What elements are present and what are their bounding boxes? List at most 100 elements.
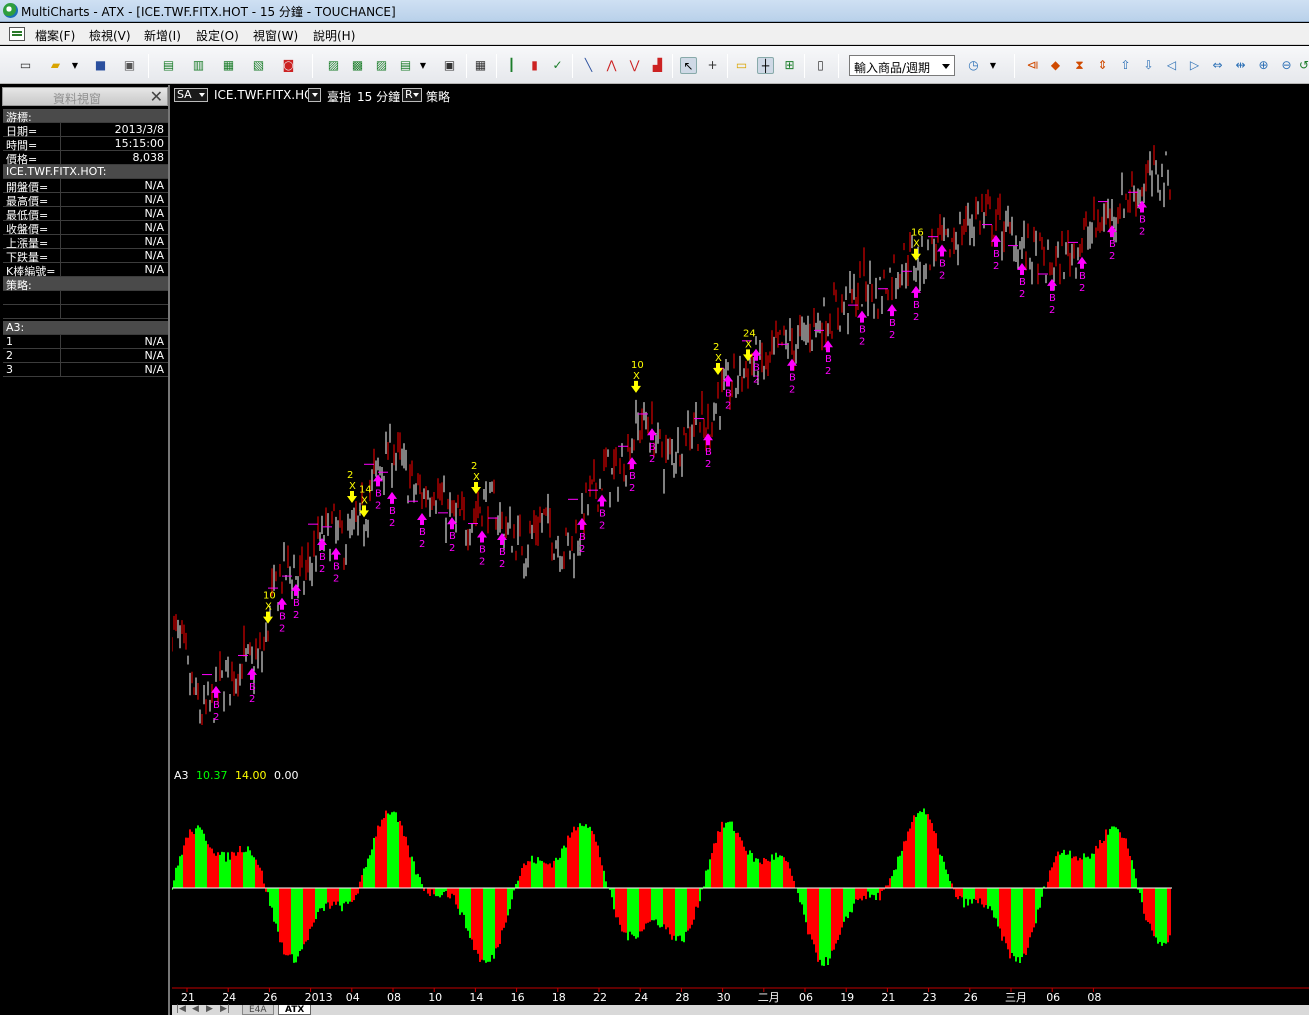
insert-dropdown-icon[interactable]: ▼ <box>418 57 428 74</box>
line-on-close-icon[interactable]: ✓ <box>549 57 566 74</box>
buy-arrow-icon <box>887 304 897 317</box>
buy-signal-qty: 2 <box>1139 226 1145 237</box>
pattern-icon[interactable]: ⋁ <box>626 57 643 74</box>
symbol-row-value: N/A <box>144 249 164 262</box>
close-icon[interactable]: ✕ <box>150 89 163 105</box>
buy-signal-label: B <box>825 354 832 365</box>
horizontal-line-icon[interactable]: ┼ <box>757 57 774 74</box>
alert-window-icon[interactable]: ◙ <box>280 57 297 74</box>
scroll-right-icon[interactable]: ▷ <box>1186 57 1203 74</box>
zoom-window-icon[interactable]: ⊞ <box>781 57 798 74</box>
chart-strategy-label: 策略 <box>426 90 451 104</box>
tab-next-icon[interactable]: ▶ <box>206 1004 213 1014</box>
expand-horizontal-icon[interactable]: ⇔ <box>1209 57 1226 74</box>
insert-indicator-icon[interactable]: ▩ <box>349 57 366 74</box>
symbol-dropdown[interactable] <box>308 88 321 102</box>
exit-signal-qty: 2 <box>347 470 353 481</box>
x-axis-tick-label: 21 <box>881 991 895 1004</box>
exit-signal-x: X <box>715 353 722 364</box>
chart-window-icon[interactable]: ▤ <box>160 57 177 74</box>
indicator-row-label: 1 <box>6 335 13 348</box>
x-axis-tick-label: 21 <box>181 991 195 1004</box>
indicator-value-3: 0.00 <box>274 769 299 782</box>
document-icon[interactable] <box>9 27 25 41</box>
buy-signal-qty: 2 <box>389 518 395 529</box>
scanner-window-icon[interactable]: ▥ <box>190 57 207 74</box>
buy-signal-label: B <box>789 373 796 384</box>
tab-e4a[interactable]: E4A <box>242 1005 274 1015</box>
sa-dropdown[interactable]: SA <box>174 88 208 102</box>
comment-icon[interactable]: ▭ <box>733 57 750 74</box>
menu-settings[interactable]: 設定(O) <box>196 27 239 44</box>
clock-icon[interactable]: ◷ <box>965 57 982 74</box>
clock-dropdown-icon[interactable]: ▼ <box>988 57 998 74</box>
buy-signal-qty: 2 <box>333 574 339 585</box>
workspace-icon[interactable]: ▣ <box>121 57 138 74</box>
buy-signal-label: B <box>449 531 456 542</box>
insert-strategy-icon[interactable]: ▨ <box>373 57 390 74</box>
buy-signal-label: B <box>649 442 656 453</box>
tab-last-icon[interactable]: ▶| <box>220 1004 230 1014</box>
undo-zoom-icon[interactable]: ↺ <box>1299 57 1309 74</box>
buy-arrow-icon <box>627 457 637 470</box>
tab-atx[interactable]: ATX <box>278 1005 312 1015</box>
menu-insert[interactable]: 新增(I) <box>144 27 181 44</box>
r-dropdown[interactable]: R <box>402 88 422 102</box>
hourglass-icon[interactable]: ⧗ <box>1071 57 1088 74</box>
scroll-left-icon[interactable]: ◁ <box>1163 57 1180 74</box>
zoom-in-icon[interactable]: ⊕ <box>1255 57 1272 74</box>
scroll-up-icon[interactable]: ⇧ <box>1117 57 1134 74</box>
format-window-icon[interactable]: ▣ <box>441 57 458 74</box>
exit-signal-qty: 16 <box>911 228 924 239</box>
buy-signal-label: B <box>375 488 382 499</box>
symbol-row: 開盤價= N/A <box>3 179 168 194</box>
order-window-icon[interactable]: ▧ <box>250 57 267 74</box>
chart-canvas[interactable]: B2B2B2B2B2 B2B2B2B2B2 B2B2B2B2B2B2B2B2B2 B2… <box>172 85 1309 1005</box>
open-folder-icon[interactable]: ▰ <box>47 57 64 74</box>
indicator-row-label: 3 <box>6 363 13 376</box>
new-file-icon[interactable]: ▭ <box>17 57 34 74</box>
panel-icon[interactable]: ▯ <box>812 57 829 74</box>
x-axis-tick-label: 24 <box>634 991 648 1004</box>
x-axis-tick-label: 二月 <box>758 991 780 1004</box>
compress-horizontal-icon[interactable]: ⇹ <box>1232 57 1249 74</box>
buy-arrow-icon <box>577 517 587 530</box>
dom-window-icon[interactable]: ▦ <box>220 57 237 74</box>
menu-view[interactable]: 檢視(V) <box>89 27 131 44</box>
crosshair-icon[interactable]: + <box>704 57 721 74</box>
zigzag-icon[interactable]: ⋀ <box>603 57 620 74</box>
save-icon[interactable]: ■ <box>92 57 109 74</box>
chart-window[interactable]: B2B2B2B2B2B2B2B2B2B2B2B2B2B2B2B2B2B2B2B2… <box>172 85 1309 1015</box>
insert-study-icon[interactable]: ▨ <box>325 57 342 74</box>
x-axis-tick-label: 06 <box>799 991 813 1004</box>
data-window: 資料視窗 ✕ 游標: 日期= 2013/3/8 時間= 15:15:00 價格= 8,038… <box>0 85 170 1015</box>
pointer-icon[interactable]: ↖ <box>680 57 697 74</box>
chevron-down-icon[interactable] <box>942 64 950 69</box>
exit-signal-x: X <box>745 339 752 350</box>
buy-signal-label: B <box>705 447 712 458</box>
trendline-icon[interactable]: ╲ <box>580 57 597 74</box>
tab-prev-icon[interactable]: ◀ <box>192 1004 199 1014</box>
open-dropdown-icon[interactable]: ▼ <box>70 57 80 74</box>
data-window-title-text: 資料視窗 <box>53 92 102 106</box>
expand-vertical-icon[interactable]: ⇕ <box>1094 57 1111 74</box>
scroll-to-start-icon[interactable]: ⧏ <box>1024 57 1041 74</box>
symbol-row: 收盤價= N/A <box>3 221 168 236</box>
scroll-down-icon[interactable]: ⇩ <box>1140 57 1157 74</box>
menu-bar: 檔案(F) 檢視(V) 新增(I) 設定(O) 視窗(W) 說明(H) <box>0 23 1309 45</box>
data-table-icon[interactable]: ▦ <box>472 57 489 74</box>
cursor-row-value: 15:15:00 <box>114 137 164 150</box>
symbol-row: 最高價= N/A <box>3 193 168 208</box>
candlestick-type-icon[interactable]: ▮ <box>526 57 543 74</box>
menu-file[interactable]: 檔案(F) <box>35 27 75 44</box>
menu-help[interactable]: 說明(H) <box>313 27 355 44</box>
bar-chart-type-icon[interactable]: ┃ <box>503 57 520 74</box>
tab-first-icon[interactable]: |◀ <box>176 1004 186 1014</box>
zoom-out-icon[interactable]: ⊖ <box>1278 57 1295 74</box>
x-axis-tick-label: 2013 <box>305 991 333 1004</box>
symbol-interval-combo[interactable]: 輸入商品/週期 <box>849 55 955 76</box>
compress-bars-icon[interactable]: ◆ <box>1047 57 1064 74</box>
insert-drawing-icon[interactable]: ▤ <box>397 57 414 74</box>
volume-icon[interactable]: ▟ <box>649 57 666 74</box>
menu-window[interactable]: 視窗(W) <box>253 27 298 44</box>
